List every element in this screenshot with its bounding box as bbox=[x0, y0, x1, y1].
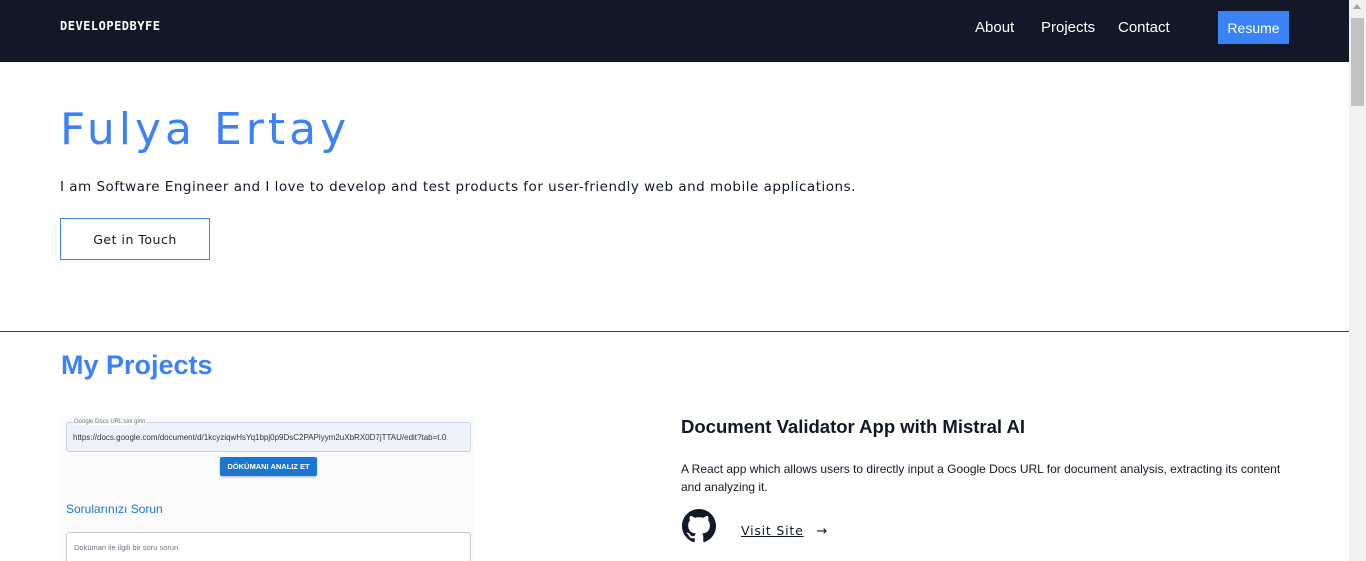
site-logo[interactable]: DEVELOPEDBYFE bbox=[60, 19, 160, 33]
nav-link-projects[interactable]: Projects bbox=[1041, 19, 1095, 36]
nav-link-contact[interactable]: Contact bbox=[1118, 19, 1170, 36]
scroll-up-arrow-icon[interactable] bbox=[1353, 4, 1361, 9]
nav-link-about[interactable]: About bbox=[975, 19, 1014, 36]
section-divider bbox=[0, 331, 1349, 332]
scrollbar-thumb[interactable] bbox=[1351, 18, 1364, 106]
project-title: Document Validator App with Mistral AI bbox=[681, 416, 1025, 437]
project-description: A React app which allows users to direct… bbox=[681, 462, 1281, 494]
screenshot-questions-heading: Sorularınızı Sorun bbox=[66, 502, 163, 516]
arrow-right-icon: → bbox=[816, 524, 829, 539]
screenshot-url-label: Google Docs URL'sini girin bbox=[73, 419, 147, 425]
screenshot-url-field: https://docs.google.com/document/d/1kcyz… bbox=[66, 422, 471, 452]
visit-site-link[interactable]: Visit Site → bbox=[741, 523, 828, 539]
get-in-touch-button[interactable]: Get in Touch bbox=[60, 218, 210, 260]
hero-name: Fulya Ertay bbox=[60, 104, 351, 155]
project-screenshot: Google Docs URL'sini girin https://docs.… bbox=[60, 415, 473, 561]
screenshot-question-field: Doküman ile ilgili bir soru sorun bbox=[66, 532, 471, 561]
resume-button[interactable]: Resume bbox=[1218, 11, 1289, 44]
visit-site-label: Visit Site bbox=[741, 523, 804, 538]
top-navbar: DEVELOPEDBYFE About Projects Contact Res… bbox=[0, 0, 1349, 62]
projects-section-title: My Projects bbox=[61, 350, 213, 380]
hero-tagline: I am Software Engineer and I love to dev… bbox=[60, 179, 856, 195]
screenshot-analyze-button: DÖKÜMANI ANALIZ ET bbox=[220, 457, 317, 476]
github-icon[interactable] bbox=[682, 509, 716, 543]
